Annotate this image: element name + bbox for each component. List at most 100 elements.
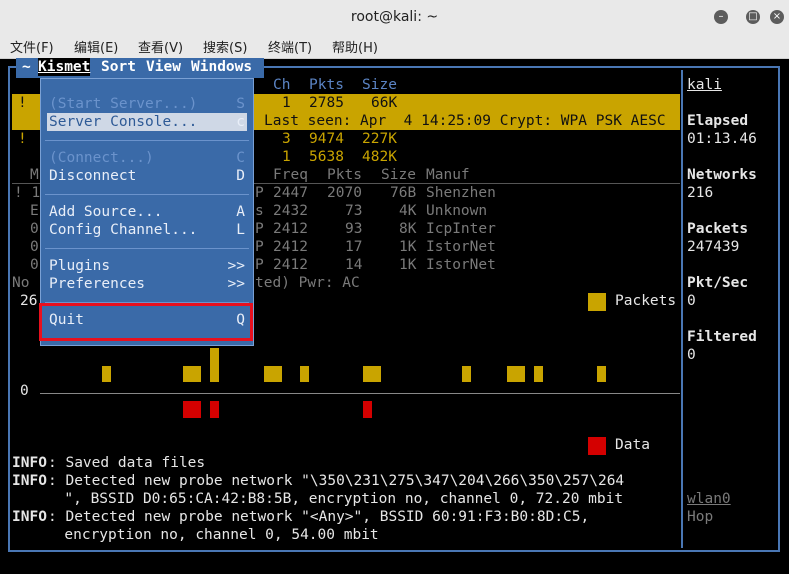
graph-zero: 0 (20, 383, 29, 399)
network-mark: ! (18, 95, 27, 111)
client-pkts: 14 (345, 257, 363, 273)
data-bar (210, 401, 219, 418)
terminal-menubar: 文件(F) 编辑(E) 查看(V) 搜索(S) 终端(T) 帮助(H) (0, 34, 789, 59)
menu-windows[interactable]: Windows (191, 58, 252, 76)
minimize-icon[interactable]: – (714, 10, 728, 24)
menu-item-connect[interactable]: (Connect...) (49, 149, 154, 167)
submenu-arrow: >> (227, 258, 245, 274)
menu-separator (45, 140, 249, 141)
network-detail: Last seen: Apr 4 14:25:09 Crypt: WPA PSK… (264, 113, 666, 129)
col-size: Size (362, 77, 397, 93)
client-a: 0 (30, 221, 39, 237)
menu-kismet[interactable]: Kismet (38, 58, 91, 76)
log-tag: INFO (12, 473, 47, 489)
network-ch: 1 (282, 95, 291, 111)
packets-bar (462, 366, 471, 382)
client-a: ! 1 (14, 185, 41, 201)
network-ch: 1 (282, 149, 291, 165)
maximize-icon[interactable]: □ (746, 10, 760, 24)
packets-bar (264, 366, 282, 382)
kismet-menubar: ~ Kismet Sort View Windows (16, 58, 264, 78)
menu-item-config-channel[interactable]: Config Channel... (49, 221, 197, 239)
client-pkts: 93 (345, 221, 363, 237)
packets-bar (210, 348, 219, 382)
col-pkts: Pkts (327, 167, 362, 183)
network-size: 66K (371, 95, 398, 111)
graph-ymax: 26 (20, 293, 38, 309)
shortcut-key: C (236, 150, 245, 166)
packets-bar (597, 366, 606, 382)
menu-item-disconnect[interactable]: Disconnect (49, 167, 136, 185)
interface-name: wlan0 (687, 491, 731, 507)
menu-item-server-console[interactable]: Server Console... (49, 113, 197, 131)
client-manuf: Shenzhen (426, 185, 496, 201)
quit-highlight-box (39, 303, 253, 341)
network-ch: 3 (282, 131, 291, 147)
packets-value: 247439 (687, 239, 740, 255)
packets-bar (183, 366, 201, 382)
client-a: 0 (30, 239, 39, 255)
menu-view[interactable]: View (146, 58, 181, 76)
packets-legend-swatch (588, 293, 606, 311)
log-text: ", BSSID D0:65:CA:42:B8:5B, encryption n… (12, 491, 624, 507)
networks-value: 216 (687, 185, 714, 201)
menu-separator (45, 194, 249, 195)
menu-file[interactable]: 文件(F) (10, 37, 54, 56)
menu-item-plugins[interactable]: Plugins (49, 257, 110, 275)
packets-label: Packets (687, 221, 749, 237)
menu-item-start-server[interactable]: (Start Server...) (49, 95, 197, 113)
client-freq: 2412 (273, 221, 308, 237)
client-manuf: IstorNet (426, 257, 496, 273)
menu-help[interactable]: 帮助(H) (332, 37, 378, 56)
client-pkts: 73 (345, 203, 363, 219)
shortcut-key: S (236, 96, 245, 112)
client-pkts: 2070 (327, 185, 362, 201)
client-pkts: 17 (345, 239, 363, 255)
menu-item-preferences[interactable]: Preferences (49, 275, 145, 293)
client-b: s (255, 203, 264, 219)
menu-item-add-source[interactable]: Add Source... (49, 203, 163, 221)
network-pkts: 2785 (309, 95, 344, 111)
menu-separator (45, 248, 249, 249)
graph-baseline (40, 393, 680, 394)
client-b: P (255, 257, 264, 273)
client-footer-tail: ted) Pwr: AC (255, 275, 360, 291)
menu-edit[interactable]: 编辑(E) (74, 37, 118, 56)
network-size: 227K (362, 131, 397, 147)
client-b: P (255, 239, 264, 255)
col-manuf: Manuf (426, 167, 470, 183)
client-b: P (255, 221, 264, 237)
menu-search[interactable]: 搜索(S) (203, 37, 247, 56)
client-size: 1K (399, 239, 417, 255)
col-pkts: Pkts (309, 77, 344, 93)
sidebar-separator (681, 70, 683, 548)
shortcut-key: c (236, 114, 245, 130)
client-size: 1K (399, 257, 417, 273)
client-manuf: IstorNet (426, 239, 496, 255)
packets-legend-label: Packets (615, 293, 677, 309)
client-a: 0 (30, 257, 39, 273)
client-freq: 2412 (273, 239, 308, 255)
menu-sort[interactable]: Sort (101, 58, 136, 76)
interface-state: Hop (687, 509, 714, 525)
client-size: 8K (399, 221, 417, 237)
network-size: 482K (362, 149, 397, 165)
network-mark: ! (18, 131, 27, 147)
log-text: : Detected new probe network "<Any>", BS… (48, 509, 590, 525)
title-bar: root@kali: ~ – □ × (0, 0, 789, 34)
packets-bar (363, 366, 381, 382)
filtered-value: 0 (687, 347, 696, 363)
elapsed-value: 01:13.46 (687, 131, 757, 147)
close-icon[interactable]: × (770, 10, 784, 24)
terminal-window: root@kali: ~ – □ × 文件(F) 编辑(E) 查看(V) 搜索(… (0, 0, 789, 574)
client-manuf: Unknown (426, 203, 488, 219)
client-freq: 2447 (273, 185, 308, 201)
network-pkts: 9474 (309, 131, 344, 147)
col-m: M (30, 167, 39, 183)
packets-bar (507, 366, 525, 382)
data-legend-swatch (588, 437, 606, 455)
col-freq: Freq (273, 167, 308, 183)
menu-view[interactable]: 查看(V) (138, 37, 183, 56)
pktsec-label: Pkt/Sec (687, 275, 749, 291)
menu-terminal[interactable]: 终端(T) (268, 37, 312, 56)
